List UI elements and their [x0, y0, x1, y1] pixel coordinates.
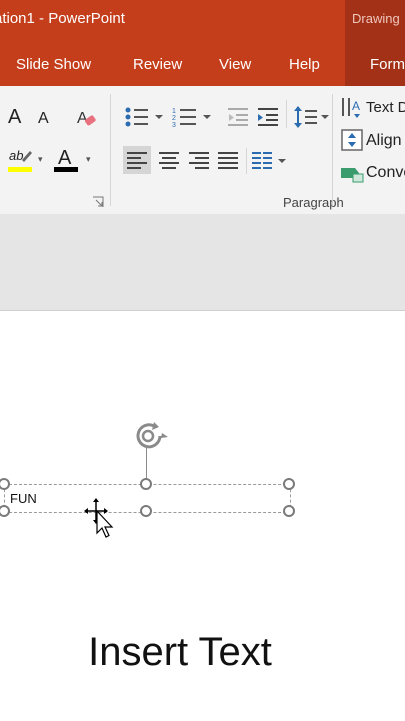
separator — [286, 100, 287, 128]
text-direction-button[interactable]: Text D — [366, 99, 405, 116]
tab-format[interactable]: Form — [370, 56, 405, 73]
shrink-font-button[interactable]: A — [38, 110, 49, 128]
clear-formatting-icon[interactable]: A — [74, 106, 98, 130]
highlighter-icon[interactable] — [8, 146, 34, 172]
justify-icon[interactable] — [214, 146, 242, 174]
slide-pane-background — [0, 214, 405, 310]
font-color-dropdown-chevron[interactable]: ▾ — [86, 154, 91, 165]
group-separator — [110, 94, 111, 206]
align-center-icon[interactable] — [155, 146, 183, 174]
ribbon-tabs: Slide Show Review View Help Form — [0, 40, 405, 86]
svg-text:1: 1 — [172, 108, 176, 115]
resize-handle-top-right[interactable] — [283, 478, 295, 490]
bullets-icon[interactable] — [124, 106, 164, 128]
drawing-tools-label: Drawing — [352, 11, 400, 26]
align-right-icon[interactable] — [185, 146, 213, 174]
svg-text:A: A — [77, 110, 88, 127]
svg-text:A: A — [352, 99, 360, 113]
svg-text:2: 2 — [172, 115, 176, 122]
decrease-indent-icon[interactable] — [226, 106, 250, 128]
tab-slide-show[interactable]: Slide Show — [16, 56, 91, 73]
numbering-icon[interactable]: 1 2 3 — [172, 106, 212, 128]
text-direction-icon[interactable]: A — [340, 96, 364, 120]
text-box-content[interactable]: FUN — [10, 491, 37, 506]
resize-handle-bottom-right[interactable] — [283, 505, 295, 517]
align-text-button[interactable]: Align — [366, 132, 402, 150]
paragraph-group-label: Paragraph — [283, 195, 344, 210]
move-cursor-icon — [84, 498, 114, 538]
align-left-icon[interactable] — [123, 146, 151, 174]
separator — [246, 148, 247, 174]
svg-text:A: A — [58, 147, 72, 169]
resize-handle-bottom-middle[interactable] — [140, 505, 152, 517]
convert-smartart-button[interactable]: Conve — [366, 164, 405, 182]
tab-review[interactable]: Review — [133, 56, 182, 73]
dialog-launcher-icon[interactable] — [92, 196, 104, 208]
convert-to-smartart-icon[interactable] — [339, 162, 365, 184]
tab-help[interactable]: Help — [289, 56, 320, 73]
align-text-icon[interactable] — [340, 128, 364, 152]
svg-text:3: 3 — [172, 122, 176, 128]
grow-font-button[interactable]: A — [8, 106, 21, 129]
resize-handle-top-middle[interactable] — [140, 478, 152, 490]
instruction-caption: Insert Text — [88, 630, 272, 674]
columns-icon[interactable] — [250, 146, 288, 174]
tab-view[interactable]: View — [219, 56, 251, 73]
highlight-dropdown-chevron[interactable]: ▾ — [38, 154, 43, 165]
rotate-handle-icon[interactable] — [132, 421, 168, 451]
window-title: ation1 - PowerPoint — [0, 10, 125, 27]
group-separator — [332, 94, 333, 206]
line-spacing-icon[interactable] — [292, 104, 330, 130]
ribbon: A A A ab ▾ A ▾ 1 2 3 Paragraph A Text D … — [0, 86, 405, 215]
font-color-icon[interactable]: A — [54, 146, 80, 172]
increase-indent-icon[interactable] — [256, 106, 280, 128]
